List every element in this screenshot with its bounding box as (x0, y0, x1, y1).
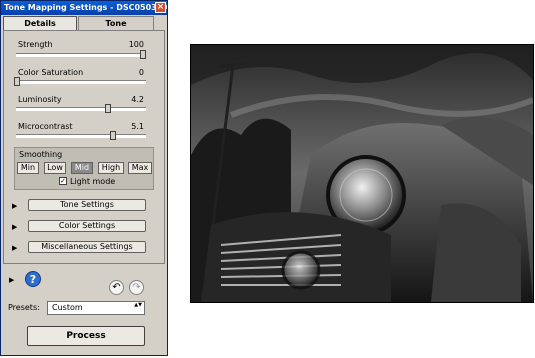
tab-details-enhancer[interactable]: Details Enhancer (3, 16, 77, 41)
microcontrast-label: Microcontrast (18, 122, 73, 131)
process-button[interactable]: Process (27, 326, 145, 346)
title-bar[interactable]: Tone Mapping Settings - DSC05031-03_... (1, 1, 167, 15)
light-mode-label: Light mode (70, 177, 116, 186)
tone-settings-button[interactable]: Tone Settings (28, 199, 146, 211)
smoothing-mid-button[interactable]: Mid (71, 162, 93, 174)
presets-selected-value: Custom (52, 303, 83, 312)
miscellaneous-settings-button[interactable]: Miscellaneous Settings (28, 241, 146, 253)
luminosity-value: 4.2 (131, 95, 144, 104)
miscellaneous-settings-expand-icon[interactable]: ▶ (12, 244, 17, 252)
microcontrast-slider-track[interactable] (16, 134, 146, 138)
color-settings-expand-icon[interactable]: ▶ (12, 223, 17, 231)
redo-icon[interactable]: ↷ (129, 280, 144, 295)
strength-label: Strength (18, 40, 53, 49)
smoothing-high-button[interactable]: High (98, 162, 124, 174)
close-button[interactable]: × (155, 2, 166, 13)
color-saturation-slider-thumb[interactable] (14, 77, 20, 86)
microcontrast-value: 5.1 (131, 122, 144, 131)
tone-settings-expand-icon[interactable]: ▶ (12, 202, 17, 210)
microcontrast-slider-thumb[interactable] (110, 131, 116, 140)
smoothing-label: Smoothing (19, 150, 63, 159)
hdr-car-photo (191, 45, 533, 302)
light-mode-checkbox[interactable]: ✓ (59, 177, 67, 185)
luminosity-slider-track[interactable] (16, 107, 146, 111)
presets-label: Presets: (8, 303, 40, 312)
luminosity-label: Luminosity (18, 95, 62, 104)
footer-expand-icon[interactable]: ▶ (9, 276, 14, 284)
window-title: Tone Mapping Settings - DSC05031-03_... (4, 3, 167, 12)
details-enhancer-panel: Strength 100 Color Saturation 0 Luminosi… (3, 30, 165, 264)
tab-tone-compressor[interactable]: Tone Compressor (78, 16, 154, 41)
strength-value: 100 (128, 40, 144, 49)
color-saturation-slider-track[interactable] (16, 80, 146, 84)
smoothing-group: Smoothing Min Low Mid High Max ✓ Light m… (14, 147, 154, 190)
smoothing-low-button[interactable]: Low (44, 162, 66, 174)
strength-slider-thumb[interactable] (140, 50, 146, 59)
color-settings-button[interactable]: Color Settings (28, 220, 146, 232)
dropdown-icon: ▲▼ (134, 302, 142, 308)
preview-image (190, 44, 534, 303)
smoothing-max-button[interactable]: Max (128, 162, 152, 174)
color-saturation-label: Color Saturation (18, 68, 84, 77)
help-icon[interactable]: ? (25, 271, 41, 287)
luminosity-slider-thumb[interactable] (105, 104, 111, 113)
color-saturation-value: 0 (138, 68, 144, 77)
undo-icon[interactable]: ↶ (109, 280, 124, 295)
presets-select[interactable]: Custom ▲▼ (47, 301, 145, 315)
smoothing-min-button[interactable]: Min (17, 162, 39, 174)
strength-slider-track[interactable] (16, 53, 146, 57)
tone-mapping-window: Tone Mapping Settings - DSC05031-03_... … (0, 0, 168, 356)
